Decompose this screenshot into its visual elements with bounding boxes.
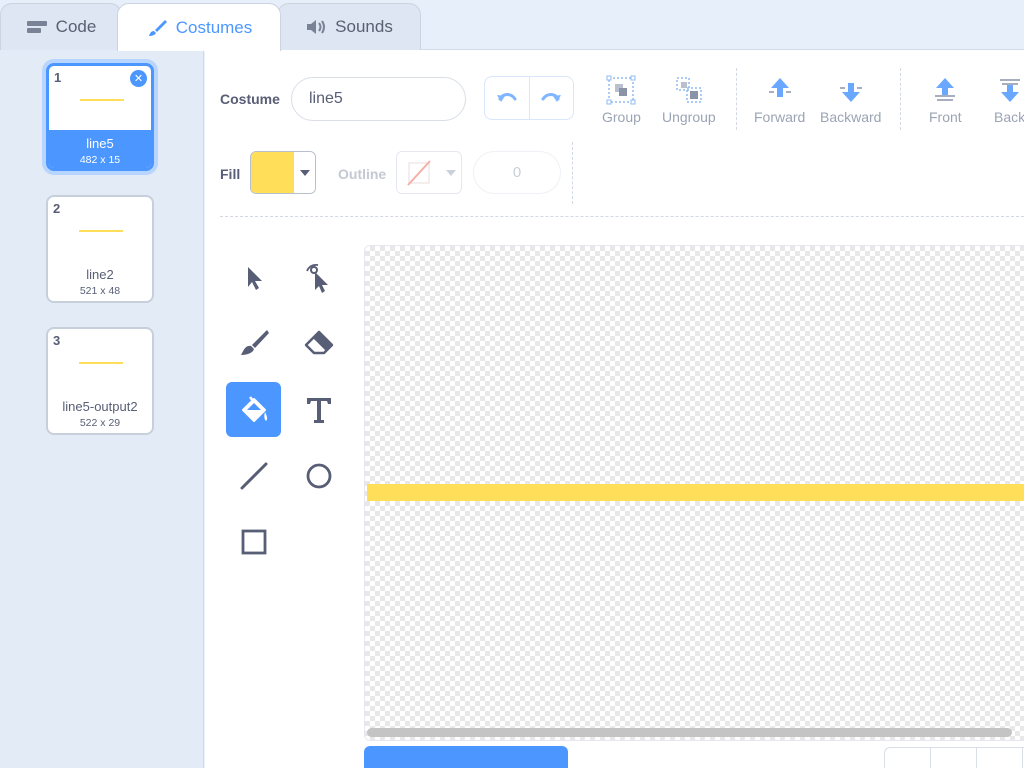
- delete-costume-button[interactable]: ✕: [130, 70, 147, 87]
- front-label: Front: [929, 109, 962, 125]
- toolbar-divider: [572, 142, 573, 204]
- toolbar-divider: [736, 68, 737, 130]
- group-icon: [606, 75, 636, 105]
- speaker-icon: [307, 20, 326, 34]
- no-color-icon: [406, 159, 431, 186]
- ungroup-label: Ungroup: [662, 109, 716, 125]
- costume-name-input[interactable]: [291, 77, 466, 121]
- costume-item-3[interactable]: 3 line5-output2 522 x 29: [46, 327, 154, 435]
- costume-thumbnail: [80, 99, 124, 101]
- brush-icon: [240, 329, 269, 355]
- zoom-reset-button[interactable]: [931, 748, 977, 768]
- costume-size: 482 x 15: [79, 154, 121, 166]
- drawing-canvas[interactable]: [364, 245, 1024, 741]
- outline-color-swatch: [397, 152, 440, 193]
- costume-thumbnail: [79, 230, 123, 232]
- tab-sounds-label: Sounds: [335, 17, 393, 36]
- costume-name: line5-output2: [62, 399, 138, 414]
- backward-icon: [839, 83, 862, 102]
- arrow-pointer-icon: [247, 266, 262, 290]
- outline-dropdown[interactable]: [440, 152, 461, 193]
- reshape-icon: [305, 263, 328, 293]
- costume-number: 3: [53, 333, 61, 348]
- costume-list: 1 ✕ line5 482 x 15 2 line2 521 x 48 3 li…: [0, 50, 204, 768]
- forward-icon: [768, 78, 791, 97]
- back-button[interactable]: Back: [994, 75, 1024, 125]
- fill-color-picker[interactable]: [250, 151, 316, 194]
- eraser-tool[interactable]: [291, 315, 346, 370]
- canvas-horizontal-scrollbar[interactable]: [367, 728, 1012, 737]
- undo-redo-group: [484, 76, 574, 120]
- text-icon: [306, 397, 331, 423]
- costume-size: 522 x 29: [79, 417, 121, 429]
- tab-code-label: Code: [55, 17, 97, 36]
- group-label: Group: [602, 109, 641, 125]
- outline-width-input[interactable]: [473, 151, 561, 194]
- select-tool[interactable]: [226, 250, 281, 305]
- forward-label: Forward: [754, 109, 806, 125]
- costume-name: line2: [86, 267, 114, 282]
- outline-label: Outline: [338, 166, 387, 182]
- convert-bitmap-button[interactable]: [364, 746, 568, 768]
- text-tool[interactable]: [291, 382, 346, 437]
- zoom-out-button[interactable]: [885, 748, 931, 768]
- circle-icon: [306, 463, 331, 488]
- back-icon: [999, 79, 1020, 102]
- paint-bucket-icon: [241, 395, 267, 422]
- fill-label: Fill: [220, 166, 241, 182]
- outline-color-picker[interactable]: [396, 151, 462, 194]
- redo-icon: [541, 93, 562, 102]
- fill-dropdown[interactable]: [294, 152, 315, 193]
- backward-button[interactable]: Backward: [820, 75, 881, 125]
- brush-tool[interactable]: [226, 315, 281, 370]
- costume-size: 521 x 48: [79, 285, 121, 297]
- toolbar-bottom-divider: [220, 216, 1024, 217]
- forward-button[interactable]: Forward: [754, 75, 805, 125]
- costume-item-1[interactable]: 1 ✕ line5 482 x 15: [46, 63, 154, 171]
- tab-sounds[interactable]: Sounds: [277, 3, 421, 50]
- reshape-tool[interactable]: [291, 250, 346, 305]
- fill-color-swatch: [251, 152, 294, 193]
- line-tool[interactable]: [226, 448, 281, 503]
- ungroup-icon: [676, 77, 702, 103]
- undo-icon: [496, 93, 517, 102]
- fill-tool[interactable]: [226, 382, 281, 437]
- editor-tabs: Code Costumes Sounds: [0, 0, 1024, 51]
- line-icon: [240, 462, 267, 489]
- costume-name: line5: [86, 136, 114, 151]
- rectangle-tool[interactable]: [226, 514, 281, 569]
- front-button[interactable]: Front: [929, 75, 962, 125]
- paint-editor: Costume Group Ungroup Forward Backward F…: [205, 50, 1024, 768]
- back-label: Back: [994, 109, 1024, 125]
- ungroup-button[interactable]: Ungroup: [662, 75, 716, 125]
- brush-icon: [148, 19, 167, 36]
- close-icon: ✕: [133, 73, 144, 85]
- circle-tool[interactable]: [291, 448, 346, 503]
- backward-label: Backward: [820, 109, 882, 125]
- costume-label: Costume: [220, 91, 280, 107]
- toolbar-divider: [900, 68, 901, 130]
- tab-code[interactable]: Code: [0, 3, 122, 50]
- undo-button[interactable]: [485, 77, 529, 119]
- code-icon: [26, 21, 47, 33]
- rectangle-icon: [241, 529, 266, 554]
- redo-button[interactable]: [528, 77, 574, 119]
- caret-down-icon: [299, 169, 310, 176]
- costume-number: 2: [53, 201, 61, 216]
- front-icon: [935, 78, 956, 101]
- costume-thumbnail: [79, 362, 123, 364]
- tab-costumes[interactable]: Costumes: [117, 3, 281, 51]
- group-button[interactable]: Group: [602, 75, 641, 125]
- caret-down-icon: [445, 169, 456, 176]
- costume-item-2[interactable]: 2 line2 521 x 48: [46, 195, 154, 303]
- zoom-in-button[interactable]: [977, 748, 1023, 768]
- yellow-line-shape[interactable]: [367, 484, 1024, 501]
- zoom-controls: [884, 747, 1024, 768]
- costume-number: 1: [54, 70, 62, 85]
- tab-costumes-label: Costumes: [175, 17, 253, 37]
- eraser-icon: [304, 330, 333, 354]
